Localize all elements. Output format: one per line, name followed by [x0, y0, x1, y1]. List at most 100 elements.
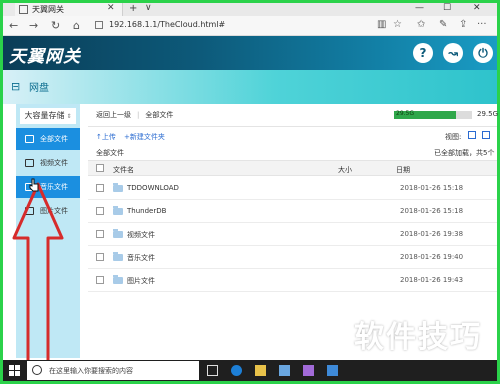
folder-icon [113, 229, 123, 238]
new-folder-label: 新建文件夹 [129, 133, 165, 141]
upload-label: 上传 [101, 133, 116, 141]
page-banner: ⊟ 网盘 [3, 70, 497, 104]
tab-menu-chevron-icon[interactable]: ∨ [145, 3, 152, 13]
folder-icon [113, 275, 123, 284]
row-name[interactable]: TDDOWNLOAD [127, 184, 179, 192]
cortana-icon [32, 365, 42, 375]
store-icon[interactable] [279, 365, 290, 376]
column-name: 文件名 [113, 166, 134, 174]
upload-button[interactable]: ↑上传 [96, 132, 116, 142]
more-icon[interactable]: ··· [477, 19, 487, 30]
site-header: 天翼网关 ? ↝ ⏻ [3, 36, 497, 70]
taskbar-search-placeholder: 在这里输入你要搜索的内容 [49, 367, 133, 375]
minimize-button[interactable]: — [415, 3, 424, 13]
row-date: 2018-01-26 15:18 [400, 207, 464, 215]
video-files-icon [25, 159, 34, 167]
row-name[interactable]: 音乐文件 [127, 253, 155, 263]
row-name[interactable]: 视频文件 [127, 230, 155, 240]
connect-icon[interactable]: ↝ [443, 43, 463, 63]
taskbar: 在这里输入你要搜索的内容 [3, 360, 497, 381]
maximize-button[interactable]: ☐ [443, 3, 451, 13]
edge-browser-icon[interactable] [231, 365, 242, 376]
reading-view-icon[interactable]: ▥ [377, 19, 386, 30]
storage-progress-bar: 29.5G [394, 110, 472, 119]
row-date: 2018-01-26 19:40 [400, 253, 464, 261]
new-folder-button[interactable]: +新建文件夹 [124, 132, 165, 142]
breadcrumb-current: 全部文件 [145, 111, 174, 119]
back-arrow-icon[interactable]: ← [9, 19, 18, 32]
page-info-icon [95, 21, 103, 29]
storage-title: 大容量存储 [24, 111, 65, 120]
row-checkbox[interactable] [96, 253, 104, 261]
sidebar-item-all-files[interactable]: 全部文件 [16, 128, 80, 150]
view-label: 视图: [445, 133, 462, 141]
table-row[interactable]: 音乐文件 2018-01-26 19:40 [88, 246, 497, 269]
sidebar-item-label: 全部文件 [40, 135, 68, 143]
row-checkbox[interactable] [96, 184, 104, 192]
cloud-disk-icon: ⊟ [11, 80, 21, 93]
forward-arrow-icon[interactable]: → [29, 19, 38, 32]
hand-cursor-icon [29, 178, 39, 192]
list-view-icon[interactable] [468, 131, 476, 139]
table-header: 文件名 大小 日期 [88, 160, 497, 176]
power-icon[interactable]: ⏻ [473, 43, 493, 63]
app-icon-2[interactable] [327, 365, 338, 376]
column-date: 日期 [396, 166, 410, 174]
row-date: 2018-01-26 19:38 [400, 230, 464, 238]
favorites-list-icon[interactable]: ✩ [417, 19, 425, 30]
row-name[interactable]: ThunderDB [127, 207, 166, 215]
refresh-icon[interactable]: ↻ [51, 19, 60, 32]
share-icon[interactable]: ⇪ [459, 19, 467, 30]
table-row[interactable]: TDDOWNLOAD 2018-01-26 15:18 [88, 177, 497, 200]
section-title: 全部文件 [96, 149, 124, 157]
notes-pen-icon[interactable]: ✎ [439, 19, 447, 30]
back-up-link[interactable]: 返回上一级 [96, 111, 131, 119]
new-tab-button[interactable]: + [129, 3, 137, 14]
favorite-star-icon[interactable]: ☆ [393, 19, 402, 30]
grid-view-icon[interactable] [482, 131, 490, 139]
folder-icon [113, 252, 123, 261]
select-all-checkbox[interactable] [96, 164, 104, 172]
breadcrumb: 返回上一级 | 全部文件 [96, 110, 179, 120]
taskbar-search-input[interactable]: 在这里输入你要搜索的内容 [27, 361, 199, 380]
row-date: 2018-01-26 19:43 [400, 276, 464, 284]
browser-nav-bar: ← → ↻ ⌂ 192.168.1.1/TheCloud.html# ▥ ☆ ✩… [3, 16, 497, 36]
home-icon[interactable]: ⌂ [73, 19, 80, 32]
load-status: 已全部加载，共5个 [434, 149, 495, 157]
watermark: 软件技巧 [354, 320, 482, 355]
sidebar-item-label: 视频文件 [40, 159, 68, 167]
help-icon[interactable]: ? [413, 43, 433, 63]
storage-total-label: 29.5G [477, 110, 499, 118]
page-title: 网盘 [29, 83, 49, 94]
table-row[interactable]: ThunderDB 2018-01-26 15:18 [88, 200, 497, 223]
table-row[interactable]: 视频文件 2018-01-26 19:38 [88, 223, 497, 246]
close-window-button[interactable]: ✕ [473, 3, 481, 13]
task-view-icon[interactable] [207, 365, 218, 376]
sidebar-item-video-files[interactable]: 视频文件 [16, 152, 80, 174]
row-checkbox[interactable] [96, 207, 104, 215]
row-date: 2018-01-26 15:18 [400, 184, 464, 192]
row-checkbox[interactable] [96, 276, 104, 284]
folder-icon [113, 183, 123, 192]
row-checkbox[interactable] [96, 230, 104, 238]
windows-start-icon[interactable] [9, 365, 20, 376]
page-icon [19, 5, 28, 14]
address-text: 192.168.1.1/TheCloud.html# [109, 20, 226, 29]
storage-selector[interactable]: 大容量存储 ⇕ [20, 108, 76, 124]
row-name[interactable]: 图片文件 [127, 276, 155, 286]
tab-title: 天翼网关 [32, 5, 64, 14]
file-explorer-icon[interactable] [255, 365, 266, 376]
browser-tab[interactable]: 天翼网关 ✕ [15, 3, 123, 16]
table-row[interactable]: 图片文件 2018-01-26 19:43 [88, 269, 497, 292]
column-size: 大小 [338, 166, 352, 174]
breadcrumb-separator: | [137, 111, 140, 119]
address-bar[interactable]: 192.168.1.1/TheCloud.html# [95, 19, 375, 33]
folder-icon [113, 206, 123, 215]
app-icon[interactable] [303, 365, 314, 376]
guide-arrow-icon [12, 182, 64, 364]
divider [88, 126, 497, 127]
all-files-icon [25, 135, 34, 143]
site-logo: 天翼网关 [9, 47, 81, 67]
chevron-updown-icon: ⇕ [66, 113, 72, 120]
tab-close-icon[interactable]: ✕ [107, 3, 115, 13]
